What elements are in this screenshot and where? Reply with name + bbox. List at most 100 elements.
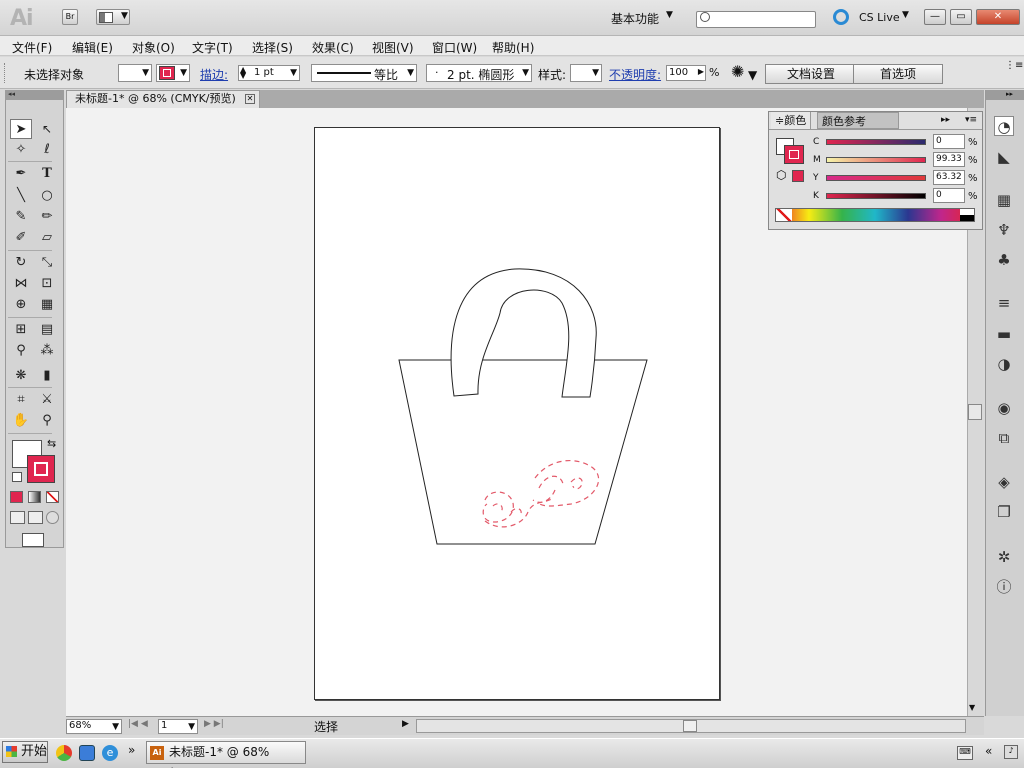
pen-tool-icon[interactable]: ✒ xyxy=(10,164,32,184)
magic-wand-tool-icon[interactable]: ✧ xyxy=(10,140,32,160)
channel-y-slider[interactable] xyxy=(826,175,926,181)
none-mode-icon[interactable] xyxy=(46,491,59,503)
draw-normal-icon[interactable] xyxy=(10,511,25,524)
next-page-icon[interactable]: ▶ ▶| xyxy=(204,719,224,729)
slice-tool-icon[interactable]: ⚔ xyxy=(36,390,58,410)
grip-handle[interactable] xyxy=(4,63,7,83)
swap-colors-icon[interactable]: ⇆ xyxy=(47,437,56,450)
panel-menu-icon[interactable]: ⋮≡ xyxy=(1005,60,1023,71)
restore-button[interactable]: ▭ xyxy=(950,9,972,25)
stroke-weight-field[interactable]: ▲ ▼ 1 pt ▼ xyxy=(238,65,300,81)
vertical-scroll-thumb[interactable] xyxy=(968,404,982,420)
none-color-icon[interactable] xyxy=(776,209,792,221)
volume-icon[interactable]: ♪ xyxy=(1004,745,1018,759)
menu-help[interactable]: 帮助(H) xyxy=(492,39,534,56)
artboard-tool-icon[interactable]: ⌗ xyxy=(10,390,32,410)
taskbar-illustrator-item[interactable]: 未标题-1* @ 68% (CM... xyxy=(146,741,306,768)
tray-expand-icon[interactable]: « xyxy=(985,744,992,758)
panel-stroke-swatch[interactable] xyxy=(784,145,804,164)
panel-menu-icon[interactable]: ▾≡ xyxy=(965,115,977,125)
menu-effect[interactable]: 效果(C) xyxy=(312,39,354,56)
brush-dropdown[interactable]: · 2 pt. 椭圆形 ▼ xyxy=(426,64,532,82)
quick-launch-icon[interactable] xyxy=(79,745,95,761)
style-dropdown[interactable]: ▼ xyxy=(570,64,602,82)
eyedropper-tool-icon[interactable]: ⚲ xyxy=(10,341,32,361)
channel-c-value[interactable]: 0 xyxy=(933,134,965,149)
workspace-switcher[interactable]: 基本功能 xyxy=(611,10,659,27)
rotate-tool-icon[interactable]: ↻ xyxy=(10,253,32,273)
paintbrush-tool-icon[interactable]: ✎ xyxy=(10,207,32,227)
color-mode-icon[interactable] xyxy=(10,491,23,503)
column-graph-tool-icon[interactable]: ▮ xyxy=(36,366,58,386)
blob-brush-tool-icon[interactable]: ✐ xyxy=(10,228,32,248)
close-button[interactable]: ✕ xyxy=(976,9,1020,25)
menu-window[interactable]: 窗口(W) xyxy=(432,39,477,56)
black-swatch[interactable] xyxy=(960,215,974,221)
free-transform-tool-icon[interactable]: ⊡ xyxy=(36,274,58,294)
chevron-down-icon[interactable]: ▼ xyxy=(666,10,673,20)
transparency-icon[interactable]: ◑ xyxy=(994,354,1014,374)
channel-m-slider[interactable] xyxy=(826,157,926,163)
collapse-panel-icon[interactable]: ▸▸ xyxy=(941,115,950,125)
chevron-down-icon[interactable]: ▼ xyxy=(902,10,909,20)
bridge-button[interactable]: Br xyxy=(62,9,78,25)
opacity-label[interactable]: 不透明度: xyxy=(609,66,661,83)
color-panel-icon[interactable]: ◔ xyxy=(994,116,1014,136)
draw-inside-icon[interactable] xyxy=(46,511,59,524)
navigator-icon[interactable]: ✲ xyxy=(994,547,1014,567)
document-settings-button[interactable]: 文档设置 xyxy=(765,64,857,84)
width-tool-icon[interactable]: ⋈ xyxy=(10,274,32,294)
menu-file[interactable]: 文件(F) xyxy=(12,39,52,56)
web-safe-swatch[interactable] xyxy=(792,170,804,182)
channel-y-value[interactable]: 63.32 xyxy=(933,170,965,185)
scale-tool-icon[interactable]: ⤡ xyxy=(36,253,58,273)
chevron-down-icon[interactable]: ▼ xyxy=(748,68,757,82)
menu-select[interactable]: 选择(S) xyxy=(252,39,293,56)
horizontal-scroll-thumb[interactable] xyxy=(683,720,697,732)
symbol-sprayer-tool-icon[interactable]: ❋ xyxy=(10,366,32,386)
page-dropdown[interactable]: 1 ▼ xyxy=(158,719,198,734)
color-spectrum[interactable] xyxy=(775,208,975,222)
channel-m-value[interactable]: 99.33 xyxy=(933,152,965,167)
internet-explorer-icon[interactable]: e xyxy=(102,745,118,761)
screen-mode-icon[interactable] xyxy=(22,533,44,547)
ellipse-tool-icon[interactable]: ○ xyxy=(36,186,58,206)
symbols-icon[interactable]: ♣ xyxy=(994,250,1014,270)
opacity-field[interactable]: 100 ▶ xyxy=(666,65,706,81)
minimize-button[interactable]: — xyxy=(924,9,946,25)
menu-view[interactable]: 视图(V) xyxy=(372,39,414,56)
menu-type[interactable]: 文字(T) xyxy=(192,39,233,56)
tab-color-guide[interactable]: 颜色参考 xyxy=(817,112,899,129)
gradient-mode-icon[interactable] xyxy=(28,491,41,503)
tab-color[interactable]: ≑颜色 xyxy=(771,112,812,129)
channel-c-slider[interactable] xyxy=(826,139,926,145)
default-colors-icon[interactable] xyxy=(12,472,22,482)
mesh-tool-icon[interactable]: ⊞ xyxy=(10,320,32,340)
stroke-label[interactable]: 描边: xyxy=(200,66,228,83)
menu-object[interactable]: 对象(O) xyxy=(132,39,175,56)
line-tool-icon[interactable]: ╲ xyxy=(10,186,32,206)
fill-swatch-dropdown[interactable]: ▼ xyxy=(118,64,152,82)
out-of-gamut-icon[interactable]: ⬡ xyxy=(776,168,786,182)
status-mode[interactable]: 选择 xyxy=(314,718,338,735)
stepper-icon[interactable]: ▲ ▼ xyxy=(240,66,246,80)
artboard[interactable] xyxy=(314,127,720,700)
channel-k-slider[interactable] xyxy=(826,193,926,199)
zoom-dropdown[interactable]: 68% ▼ xyxy=(66,719,122,734)
zoom-tool-icon[interactable]: ⚲ xyxy=(36,411,58,431)
keyboard-icon[interactable]: ⌨ xyxy=(957,746,973,760)
tools-panel-header[interactable]: ◂◂ xyxy=(5,90,64,100)
color-guide-icon[interactable]: ◣ xyxy=(994,147,1014,167)
draw-behind-icon[interactable] xyxy=(28,511,43,524)
direct-selection-tool-icon[interactable]: ↖ xyxy=(36,119,58,139)
close-tab-icon[interactable]: ✕ xyxy=(245,94,255,104)
dock-collapse-icon[interactable]: ▸▸ xyxy=(986,90,1024,100)
hand-tool-icon[interactable]: ✋ xyxy=(10,411,32,431)
graphic-styles-icon[interactable]: ⧉ xyxy=(994,428,1014,448)
pencil-tool-icon[interactable]: ✏ xyxy=(36,207,58,227)
appearance-icon[interactable]: ◉ xyxy=(994,398,1014,418)
lasso-tool-icon[interactable]: ℓ xyxy=(36,140,58,160)
stroke-profile-dropdown[interactable]: 等比 ▼ xyxy=(311,64,417,82)
scroll-down-icon[interactable]: ▼ xyxy=(969,703,975,712)
stroke-swatch-dropdown[interactable]: ▼ xyxy=(156,64,190,82)
